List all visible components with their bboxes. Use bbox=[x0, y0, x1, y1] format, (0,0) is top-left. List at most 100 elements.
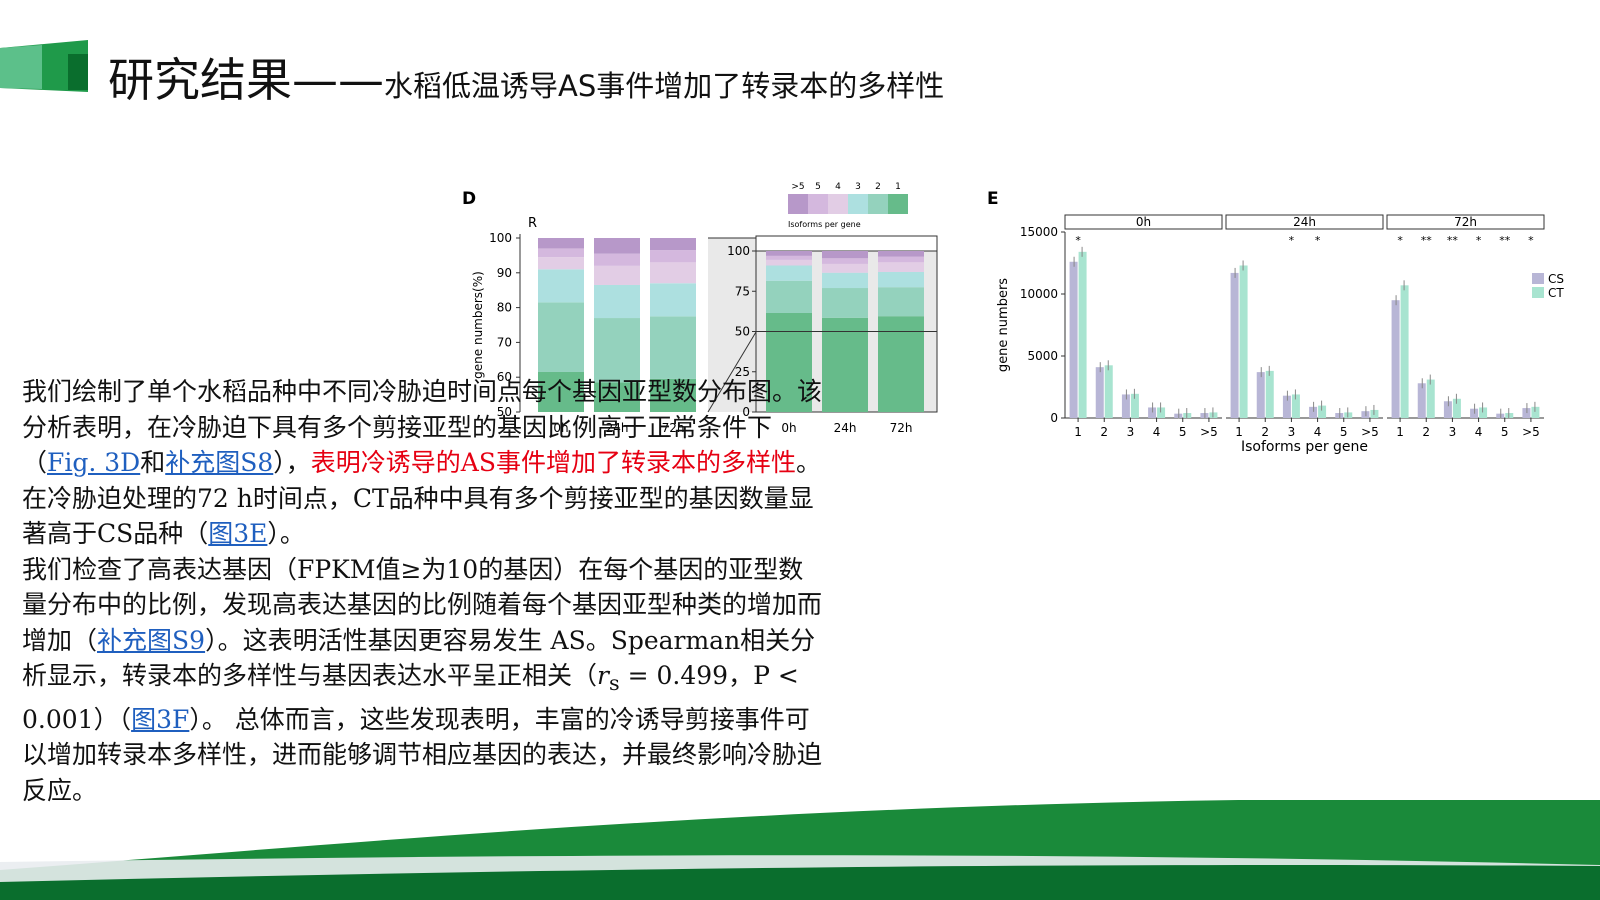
bar-cs bbox=[1391, 300, 1400, 418]
bottom-decoration bbox=[0, 800, 1600, 900]
link-fig-3d[interactable]: Fig. 3D bbox=[47, 448, 140, 477]
legend-label: 2 bbox=[875, 182, 881, 192]
x-tick-label: 1 bbox=[1396, 425, 1404, 439]
panel-label-e: E bbox=[987, 189, 999, 209]
bar-ct bbox=[1104, 365, 1113, 418]
panel-label-d: D bbox=[462, 189, 476, 209]
x-tick-label: 2 bbox=[1422, 425, 1430, 439]
legend-label: 3 bbox=[855, 182, 861, 192]
inset-bar-segment bbox=[766, 280, 812, 313]
x-tick-label: 5 bbox=[1179, 425, 1187, 439]
significance-star: * bbox=[1397, 234, 1403, 247]
bar-ct bbox=[1479, 407, 1488, 418]
bar-cs bbox=[1121, 394, 1130, 418]
bar-segment bbox=[594, 284, 640, 319]
legend-swatch bbox=[868, 194, 888, 214]
figure-3e: E050001000015000gene numbers0h1*2 3 4 5 >524… bbox=[987, 189, 1564, 455]
link-supp-s8[interactable]: 补充图S8 bbox=[165, 448, 273, 477]
y-axis-label: gene numbers(%) bbox=[471, 271, 485, 379]
x-tick-label: >5 bbox=[1522, 425, 1540, 439]
bar-cs bbox=[1230, 272, 1239, 418]
bar-segment bbox=[538, 257, 584, 270]
bar-segment bbox=[594, 318, 640, 383]
bar-cs bbox=[1069, 261, 1078, 418]
legend-swatch bbox=[828, 194, 848, 214]
y-tick-label: 80 bbox=[497, 301, 512, 315]
header-decoration bbox=[0, 40, 88, 92]
legend-swatch bbox=[848, 194, 868, 214]
inset-bar-segment bbox=[766, 265, 812, 281]
paragraph-2: 我们检查了高表达基因（FPKM值≥为10的基因）在每个基因的亚型数量分布中的比例… bbox=[22, 552, 822, 809]
inset-header bbox=[755, 235, 938, 252]
inset-y-tick-label: 50 bbox=[735, 325, 750, 339]
significance-star: * bbox=[1075, 234, 1081, 247]
bar-cs bbox=[1443, 401, 1452, 418]
bar-ct bbox=[1400, 285, 1409, 418]
y-tick-label: 10000 bbox=[1020, 287, 1058, 301]
bar-ct bbox=[1239, 265, 1248, 418]
link-fig-3f[interactable]: 图3F bbox=[131, 705, 189, 734]
text-span: 和 bbox=[140, 448, 166, 477]
bar-ct bbox=[1531, 406, 1540, 418]
bar-cs bbox=[1361, 411, 1370, 418]
link-fig-3e[interactable]: 图3E bbox=[208, 519, 267, 548]
significance-star: * bbox=[1476, 234, 1482, 247]
highlight-conclusion: 表明冷诱导的AS事件增加了转录本的多样性 bbox=[310, 448, 796, 477]
bar-segment bbox=[594, 253, 640, 266]
y-tick-label: 5000 bbox=[1027, 349, 1058, 363]
bar-segment bbox=[538, 269, 584, 303]
y-axis-label: gene numbers bbox=[996, 278, 1011, 372]
legend-swatch bbox=[888, 194, 908, 214]
significance-star: ** bbox=[1447, 234, 1459, 247]
bar-segment bbox=[650, 262, 696, 284]
bar-ct bbox=[1426, 379, 1435, 418]
bar-segment bbox=[650, 250, 696, 263]
legend-label: 4 bbox=[835, 182, 841, 192]
facet-label: 0h bbox=[1136, 215, 1151, 229]
significance-star: ** bbox=[1499, 234, 1511, 247]
bar-segment bbox=[650, 238, 696, 251]
significance-star: ** bbox=[1421, 234, 1433, 247]
y-tick-label: 100 bbox=[489, 231, 512, 245]
inset-x-tick-label: 72h bbox=[890, 421, 913, 435]
x-tick-label: 3 bbox=[1288, 425, 1296, 439]
significance-star: * bbox=[1289, 234, 1295, 247]
stat-subscript: s bbox=[608, 671, 620, 695]
inset-bar-segment bbox=[822, 263, 868, 273]
paragraph-1: 我们绘制了单个水稻品种中不同冷胁迫时间点每个基因亚型数分布图。该分析表明，在冷胁… bbox=[22, 374, 822, 552]
bar-ct bbox=[1265, 370, 1274, 418]
bar-ct bbox=[1157, 407, 1166, 418]
bar-cs bbox=[1417, 383, 1426, 418]
x-tick-label: 2 bbox=[1261, 425, 1269, 439]
bar-ct bbox=[1318, 405, 1327, 418]
legend-label: 1 bbox=[895, 182, 901, 192]
x-axis-label: Isoforms per gene bbox=[1241, 439, 1368, 455]
x-tick-label: 5 bbox=[1501, 425, 1509, 439]
legend-label: 5 bbox=[815, 182, 821, 192]
legend-label: CT bbox=[1548, 286, 1564, 300]
bar-segment bbox=[594, 265, 640, 285]
link-supp-s9[interactable]: 补充图S9 bbox=[97, 626, 205, 655]
x-tick-label: 1 bbox=[1235, 425, 1243, 439]
x-tick-label: >5 bbox=[1200, 425, 1218, 439]
text-span: ）。 bbox=[267, 519, 305, 548]
title-subtitle: 水稻低温诱导AS事件增加了转录本的多样性 bbox=[384, 69, 945, 103]
bar-cs bbox=[1282, 395, 1291, 418]
legend-swatch bbox=[808, 194, 828, 214]
inset-bar-segment bbox=[822, 251, 868, 259]
inset-bar-segment bbox=[822, 288, 868, 318]
x-tick-label: 4 bbox=[1153, 425, 1161, 439]
bar-segment bbox=[538, 302, 584, 372]
y-tick-label: 90 bbox=[497, 266, 512, 280]
inset-bar-segment bbox=[878, 262, 924, 272]
x-tick-label: 2 bbox=[1100, 425, 1108, 439]
x-tick-label: 4 bbox=[1314, 425, 1322, 439]
text-span: ）， bbox=[273, 448, 311, 477]
significance-star: * bbox=[1315, 234, 1321, 247]
facet-label: 72h bbox=[1454, 215, 1477, 229]
inset-bar-segment bbox=[822, 272, 868, 289]
bar-cs bbox=[1095, 367, 1104, 418]
legend-title: Isoforms per gene bbox=[788, 220, 861, 229]
bar-ct bbox=[1078, 251, 1087, 418]
chart-title-r: R bbox=[528, 216, 537, 231]
